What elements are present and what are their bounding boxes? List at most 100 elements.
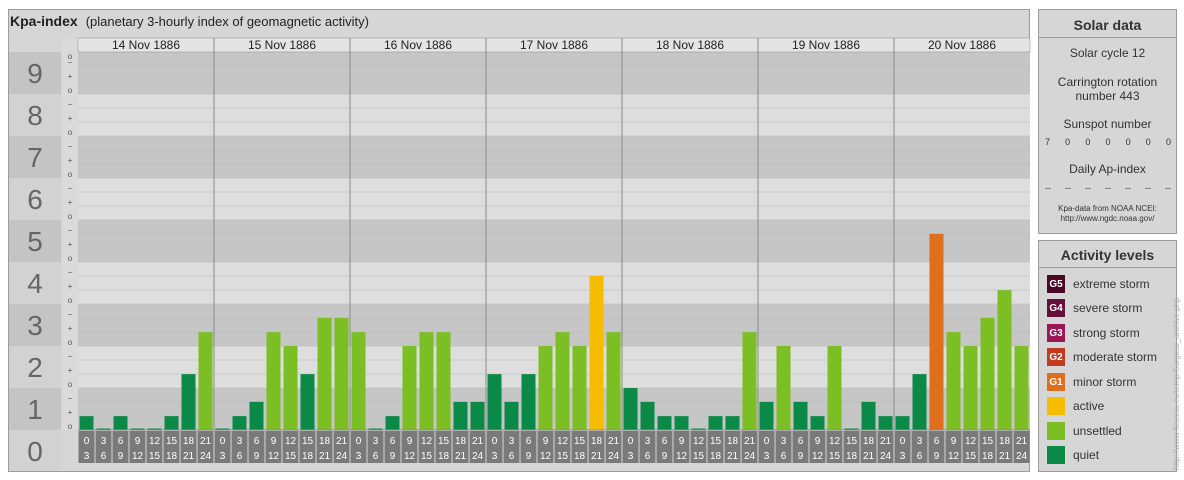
interval-start-label: 9: [815, 436, 821, 447]
interval-start-label: 15: [710, 436, 722, 447]
minor-tick-label: −: [68, 184, 73, 193]
minor-tick-label: o: [68, 128, 73, 137]
minor-tick-label: o: [68, 254, 73, 263]
interval-start-label: 18: [183, 436, 195, 447]
interval-end-label: 24: [1016, 451, 1028, 462]
minor-tick-label: +: [68, 198, 73, 207]
legend-label: active: [1073, 399, 1105, 413]
interval-start-label: 6: [934, 436, 940, 447]
sunspot-value: 0: [1145, 137, 1151, 147]
plot-band: [78, 94, 1030, 136]
kp-bar: [470, 401, 485, 430]
day-label: 18 Nov 1886: [656, 38, 724, 52]
kp-bar: [657, 416, 672, 430]
kp-bar: [521, 374, 536, 430]
legend-moderate-storm: G2 moderate storm: [1047, 348, 1157, 366]
kp-bar: [640, 401, 655, 430]
interval-start-label: 21: [200, 436, 212, 447]
kp-bar: [708, 416, 723, 430]
kp-bar: [997, 290, 1012, 430]
interval-start-label: 9: [135, 436, 141, 447]
chart-title: Kpa-index (planetary 3-hourly index of ge…: [10, 13, 369, 29]
interval-end-label: 6: [645, 451, 651, 462]
sunspot-values: 7 0 0 0 0 0 0: [1045, 137, 1171, 147]
y-tick-label: 2: [27, 352, 43, 383]
interval-end-label: 3: [84, 451, 90, 462]
plot-band: [78, 262, 1030, 304]
kp-bar: [793, 401, 808, 430]
interval-end-label: 21: [999, 451, 1011, 462]
interval-start-label: 3: [101, 436, 107, 447]
kp-bar: [878, 416, 893, 430]
kp-bar: [963, 346, 978, 430]
kp-bar: [164, 416, 179, 430]
interval-end-label: 18: [710, 451, 722, 462]
ap-value: --: [1085, 183, 1091, 193]
kp-bar: [1014, 346, 1029, 430]
activity-levels-title: Activity levels: [1060, 247, 1155, 263]
interval-end-label: 21: [183, 451, 195, 462]
interval-end-label: 18: [438, 451, 450, 462]
minor-tick-label: +: [68, 282, 73, 291]
interval-start-label: 18: [319, 436, 331, 447]
ap-value: --: [1045, 183, 1051, 193]
interval-end-label: 21: [455, 451, 467, 462]
interval-end-label: 9: [254, 451, 260, 462]
interval-start-label: 9: [679, 436, 685, 447]
sunspot-value: 0: [1125, 137, 1131, 147]
interval-start-label: 21: [744, 436, 756, 447]
kp-bar: [113, 416, 128, 430]
interval-end-label: 18: [574, 451, 586, 462]
interval-start-label: 21: [880, 436, 892, 447]
kp-bar: [776, 346, 791, 430]
minor-tick-label: o: [68, 170, 73, 179]
minor-tick-label: −: [68, 226, 73, 235]
interval-end-label: 9: [390, 451, 396, 462]
ap-value: --: [1065, 183, 1071, 193]
kpa-chart: 14 Nov 1886 15 Nov 1886 16 Nov 1886 17 Nov …: [9, 37, 1031, 470]
minor-tick-label: o: [68, 422, 73, 431]
interval-start-label: 18: [863, 436, 875, 447]
interval-end-label: 9: [526, 451, 532, 462]
interval-start-label: 15: [982, 436, 994, 447]
sunspot-value: 0: [1165, 137, 1171, 147]
interval-end-label: 15: [829, 451, 841, 462]
interval-start-label: 0: [492, 436, 498, 447]
interval-end-label: 21: [727, 451, 739, 462]
ap-value: --: [1165, 183, 1171, 193]
kp-bar: [487, 374, 502, 430]
interval-start-label: 9: [543, 436, 549, 447]
legend-unsettled: unsettled: [1047, 422, 1122, 440]
source-line-2[interactable]: http://www.ngdc.noaa.gov/: [1039, 214, 1176, 224]
minor-tick-label: +: [68, 156, 73, 165]
interval-start-label: 12: [149, 436, 161, 447]
kp-bar: [334, 317, 349, 430]
interval-start-label: 12: [557, 436, 569, 447]
interval-end-label: 6: [101, 451, 107, 462]
interval-start-label: 9: [407, 436, 413, 447]
kp-bar: [283, 346, 298, 430]
interval-end-label: 18: [846, 451, 858, 462]
sunspot-value: 0: [1085, 137, 1091, 147]
day-label: 20 Nov 1886: [928, 38, 996, 52]
interval-end-label: 24: [336, 451, 348, 462]
interval-start-label: 21: [608, 436, 620, 447]
kp-bar: [232, 416, 247, 430]
legend-quiet: quiet: [1047, 446, 1099, 464]
kp-bar: [181, 374, 196, 430]
kp-bar: [266, 332, 281, 430]
interval-end-label: 3: [220, 451, 226, 462]
kp-bar: [606, 332, 621, 430]
minor-tick-label: +: [68, 72, 73, 81]
day-label: 14 Nov 1886: [112, 38, 180, 52]
kp-bar: [759, 401, 774, 430]
day-label: 16 Nov 1886: [384, 38, 452, 52]
interval-end-label: 9: [934, 451, 940, 462]
interval-end-label: 18: [166, 451, 178, 462]
interval-end-label: 3: [900, 451, 906, 462]
legend-label: severe storm: [1073, 301, 1143, 315]
ap-value: --: [1105, 183, 1111, 193]
sunspot-value: 7: [1045, 137, 1051, 147]
legend-swatch-g4: G4: [1047, 299, 1065, 317]
carrington-line-2: number 443: [1075, 89, 1140, 103]
